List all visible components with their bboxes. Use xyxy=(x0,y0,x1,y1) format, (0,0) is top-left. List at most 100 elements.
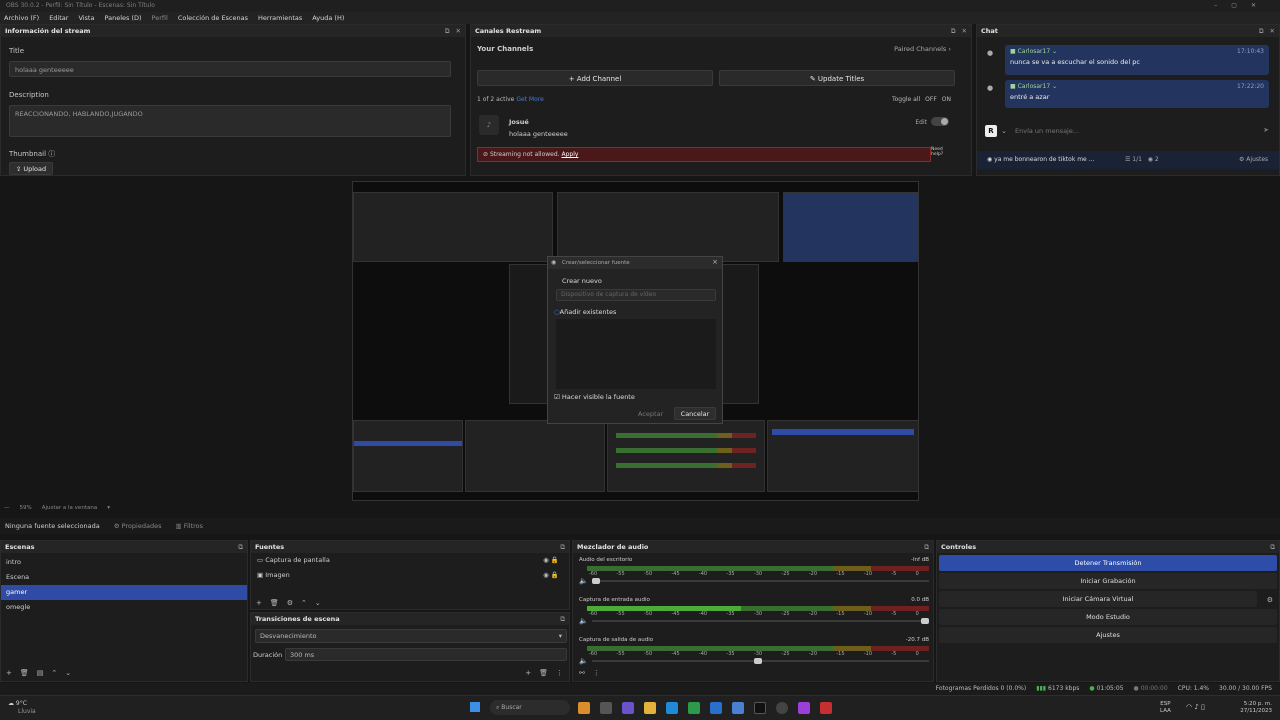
cancel-button[interactable]: Cancelar xyxy=(674,407,716,420)
edit-link[interactable]: Edit xyxy=(915,119,927,126)
menu-editar[interactable]: Editar xyxy=(49,12,68,24)
stop-streaming-button[interactable]: Detener Transmisión xyxy=(939,555,1277,571)
chrome-icon[interactable] xyxy=(688,702,700,714)
zoom-fit[interactable]: Ajustar a la ventana xyxy=(42,505,97,511)
filter-icon[interactable]: ▤ xyxy=(37,669,44,677)
gear-icon[interactable]: ⚙ xyxy=(287,599,293,607)
menu-paneles[interactable]: Paneles (D) xyxy=(104,12,141,24)
start-recording-button[interactable]: Iniciar Grabación xyxy=(939,573,1277,589)
make-visible-checkbox[interactable]: ☑ Hacer visible la fuente xyxy=(554,393,635,401)
arrow-up-icon[interactable]: ⌃ xyxy=(301,599,307,607)
start-virtual-camera-button[interactable]: Iniciar Cámara Virtual xyxy=(939,591,1257,607)
close-icon[interactable]: ✕ xyxy=(962,25,967,37)
update-titles-button[interactable]: ✎ Update Titles xyxy=(719,70,955,86)
properties-button[interactable]: ⚙ Propiedades xyxy=(114,518,162,534)
menu-herramientas[interactable]: Herramientas xyxy=(258,12,302,24)
description-input[interactable]: REACCIONANDO, HABLANDO,JUGANDO xyxy=(9,105,451,137)
channel-toggle[interactable] xyxy=(931,117,949,126)
menu-dots-icon[interactable]: ⋮ xyxy=(593,669,600,677)
tiktok-icon[interactable] xyxy=(754,702,766,714)
scene-item-selected[interactable]: gamer xyxy=(1,585,247,600)
search-box[interactable]: ⌕ Buscar xyxy=(490,700,570,715)
transition-select[interactable]: Desvanecimiento ▾ xyxy=(255,629,567,643)
link-icon[interactable]: ⚯ xyxy=(579,669,585,677)
menu-ayuda[interactable]: Ayuda (H) xyxy=(312,12,344,24)
chat-input[interactable]: Envía un mensaje... xyxy=(1015,127,1079,135)
undock-icon[interactable]: ⧉ xyxy=(560,541,565,553)
speaker-icon[interactable]: 🔈 xyxy=(579,617,588,625)
toggle-all[interactable]: Toggle all OFF ON xyxy=(892,96,951,103)
duration-input[interactable]: 300 ms xyxy=(285,648,567,661)
send-icon[interactable]: ➤ xyxy=(1263,126,1269,134)
app-icon[interactable] xyxy=(578,702,590,714)
dialog-close-icon[interactable]: × xyxy=(712,258,718,266)
arrow-down-icon[interactable]: ⌄ xyxy=(65,669,71,677)
menu-archivo[interactable]: Archivo (F) xyxy=(4,12,39,24)
add-icon[interactable]: + xyxy=(256,599,262,607)
language-indicator[interactable]: ESP LAA xyxy=(1160,701,1171,715)
undock-icon[interactable]: ⧉ xyxy=(951,25,956,37)
app-icon[interactable] xyxy=(732,702,744,714)
menu-dots-icon[interactable]: ⋮ xyxy=(556,669,563,677)
app-icon[interactable] xyxy=(600,702,612,714)
undock-icon[interactable]: ⧉ xyxy=(924,541,929,553)
system-tray-icons[interactable]: ◠ ♪ ▯ xyxy=(1186,703,1205,711)
chevron-down-icon[interactable]: ⌄ xyxy=(1001,127,1007,135)
trash-icon[interactable]: 🗑 xyxy=(20,669,29,677)
undock-icon[interactable]: ⧉ xyxy=(445,25,450,37)
chevron-down-icon[interactable]: ▾ xyxy=(107,505,110,511)
app-icon[interactable] xyxy=(820,702,832,714)
volume-slider[interactable] xyxy=(591,578,929,584)
upload-button[interactable]: ⇪ Upload xyxy=(9,162,53,175)
arrow-up-icon[interactable]: ⌃ xyxy=(51,669,57,677)
title-input[interactable]: holaaa genteeeee xyxy=(9,61,451,77)
studio-mode-button[interactable]: Modo Estudio xyxy=(939,609,1277,625)
close-icon[interactable]: ✕ xyxy=(456,25,461,37)
add-existing-radio[interactable]: ○Añadir existentes xyxy=(554,308,616,316)
apply-link[interactable]: Apply xyxy=(561,151,578,158)
add-icon[interactable]: + xyxy=(525,669,531,677)
filters-button[interactable]: ▥ Filtros xyxy=(175,518,203,534)
scene-item[interactable]: intro xyxy=(1,555,247,570)
speaker-icon[interactable]: 🔈 xyxy=(579,577,588,585)
weather-widget[interactable]: ☁ 9°C Lluvia xyxy=(8,700,36,716)
trash-icon[interactable]: 🗑 xyxy=(270,599,279,607)
preview-canvas[interactable]: Crear/seleccionar fuente ◉ × Crear nuevo… xyxy=(352,181,919,501)
accept-button[interactable]: Aceptar xyxy=(638,410,663,418)
scene-item[interactable]: omegle xyxy=(1,600,247,615)
menu-coleccion[interactable]: Colección de Escenas xyxy=(178,12,248,24)
zoom-level[interactable]: 59% xyxy=(20,505,32,511)
settings-link[interactable]: ⚙ Ajustes xyxy=(1239,151,1268,169)
source-item[interactable]: ▣ Imagen ◉ 🔒 xyxy=(251,568,569,583)
clock[interactable]: 5:20 p. m. 27/11/2023 xyxy=(1240,701,1272,715)
undock-icon[interactable]: ⧉ xyxy=(1259,25,1264,37)
existing-sources-list[interactable] xyxy=(556,319,716,389)
scene-item[interactable]: Escena xyxy=(1,570,247,585)
speaker-icon[interactable]: 🔈 xyxy=(579,657,588,665)
undock-icon[interactable]: ⧉ xyxy=(1270,541,1275,553)
window-controls[interactable]: –▢✕ xyxy=(1214,0,1270,12)
windows-start-icon[interactable] xyxy=(470,702,480,712)
volume-slider[interactable] xyxy=(591,658,929,664)
gear-icon[interactable]: ⚙ xyxy=(1267,596,1273,604)
need-help[interactable]: Need help? xyxy=(931,147,949,157)
undock-icon[interactable]: ⧉ xyxy=(560,613,565,625)
trash-icon[interactable]: 🗑 xyxy=(539,669,548,677)
add-channel-button[interactable]: + Add Channel xyxy=(477,70,713,86)
volume-slider[interactable] xyxy=(591,618,929,624)
obs-icon[interactable] xyxy=(776,702,788,714)
app-icon[interactable] xyxy=(622,702,634,714)
menu-vista[interactable]: Vista xyxy=(78,12,94,24)
create-new-radio[interactable]: Crear nuevo xyxy=(562,277,602,285)
zoom-minus-icon[interactable]: — xyxy=(4,505,10,511)
source-item[interactable]: ▭ Captura de pantalla ◉ 🔒 xyxy=(251,553,569,568)
edge-icon[interactable] xyxy=(666,702,678,714)
undock-icon[interactable]: ⧉ xyxy=(238,541,243,553)
settings-button[interactable]: Ajustes xyxy=(939,627,1277,643)
menu-perfil[interactable]: Perfil xyxy=(152,12,168,24)
app-icon[interactable] xyxy=(710,702,722,714)
app-icon[interactable] xyxy=(798,702,810,714)
get-more-link[interactable]: Get More xyxy=(516,96,543,103)
close-icon[interactable]: ✕ xyxy=(1270,25,1275,37)
file-explorer-icon[interactable] xyxy=(644,702,656,714)
